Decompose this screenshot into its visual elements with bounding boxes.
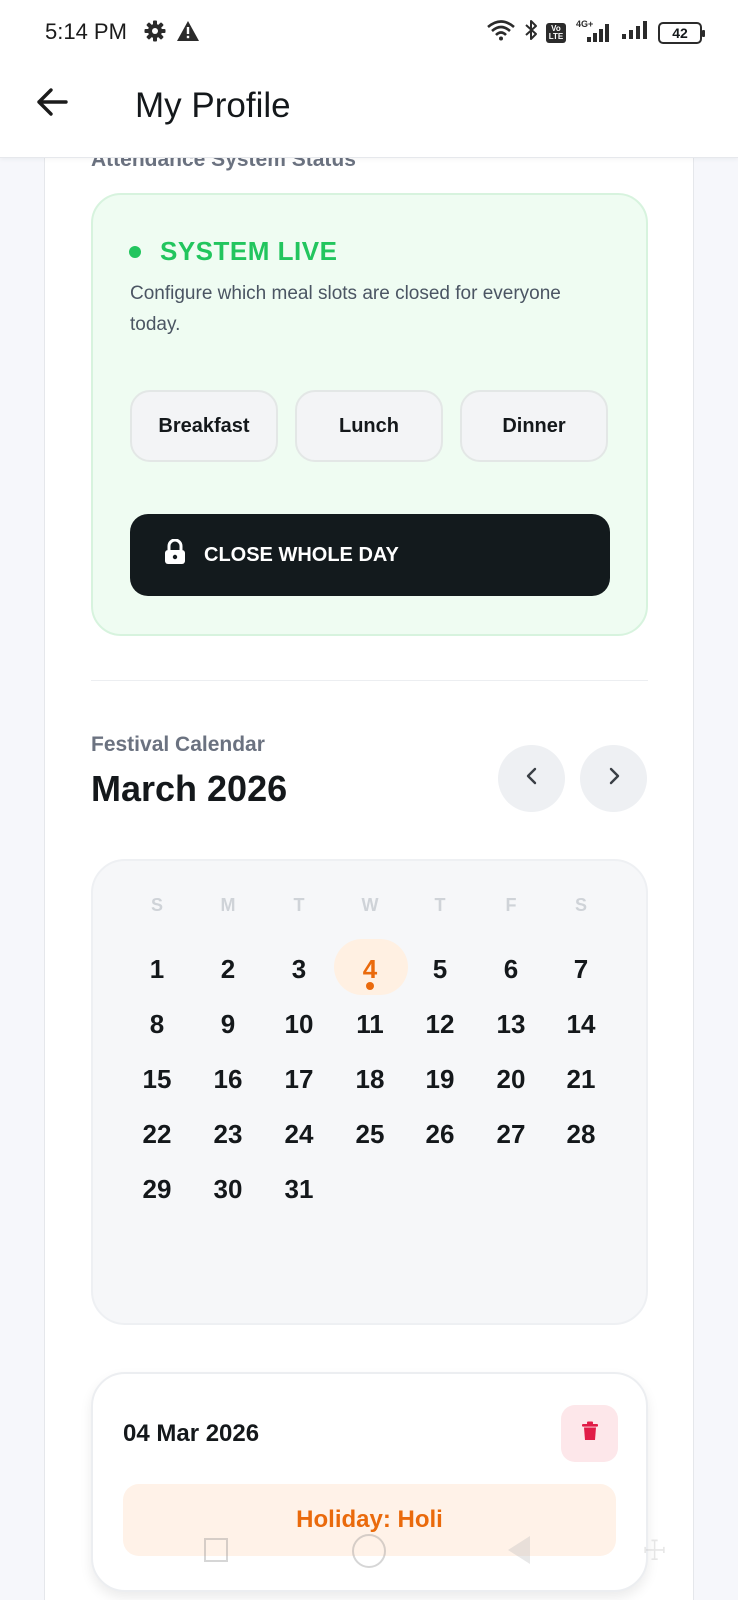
system-navigation-bar: ☩ — [0, 1530, 738, 1582]
weekday-label: S — [150, 895, 163, 915]
calendar-day[interactable]: 7 — [561, 954, 601, 985]
calendar-day[interactable]: 6 — [491, 954, 531, 985]
home-button[interactable] — [352, 1534, 386, 1568]
calendar-day[interactable]: 27 — [491, 1119, 531, 1150]
chevron-right-icon — [606, 767, 622, 790]
volte-icon: Vo LTE — [546, 22, 566, 43]
calendar-day[interactable]: 17 — [279, 1064, 319, 1095]
calendar-day[interactable]: 1 — [137, 954, 177, 985]
system-status-description: Configure which meal slots are closed fo… — [130, 283, 561, 335]
close-whole-day-label: CLOSE WHOLE DAY — [204, 543, 399, 566]
calendar-day[interactable]: 21 — [561, 1064, 601, 1095]
calendar-day[interactable]: 9 — [208, 1009, 248, 1040]
calendar-day[interactable]: 3 — [279, 954, 319, 985]
calendar-day[interactable]: 20 — [491, 1064, 531, 1095]
calendar-day[interactable]: 5 — [420, 954, 460, 985]
live-status-dot — [129, 246, 141, 258]
accessibility-icon: ☩ — [642, 1535, 668, 1566]
holiday-date: 04 Mar 2026 — [123, 1420, 260, 1447]
slot-button-breakfast[interactable]: Breakfast — [130, 390, 278, 462]
lock-icon — [164, 538, 186, 571]
back-button[interactable] — [34, 84, 70, 120]
event-dot — [366, 982, 374, 990]
weekday-label: T — [434, 895, 446, 915]
bluetooth-icon — [524, 19, 538, 46]
app-header: 5:14 PM Vo LTE 4G+ 42 My Profile — [0, 0, 738, 158]
calendar-day[interactable]: 10 — [279, 1009, 319, 1040]
page-title: My Profile — [135, 86, 291, 125]
calendar-day[interactable]: 28 — [561, 1119, 601, 1150]
weekday-label: S — [574, 895, 587, 915]
calendar-day[interactable]: 4 — [350, 954, 390, 985]
calendar-month-title: March 2026 — [91, 768, 288, 809]
calendar-day[interactable]: 8 — [137, 1009, 177, 1040]
calendar-day[interactable]: 18 — [350, 1064, 390, 1095]
warning-icon — [176, 20, 200, 47]
weekday-label: W — [361, 895, 379, 915]
weekday-label: F — [505, 895, 517, 915]
signal-4g-icon: 4G+ — [574, 19, 612, 44]
slot-button-dinner[interactable]: Dinner — [460, 390, 608, 462]
calendar-day[interactable]: 16 — [208, 1064, 248, 1095]
wifi-icon — [486, 19, 516, 46]
next-month-button[interactable] — [580, 745, 647, 812]
status-time: 5:14 PM — [45, 19, 127, 44]
calendar-day[interactable]: 31 — [279, 1174, 319, 1205]
status-left-icons — [144, 20, 200, 47]
nav-back-button[interactable] — [508, 1536, 530, 1564]
battery-icon: 42 — [658, 21, 705, 44]
calendar-day[interactable]: 14 — [561, 1009, 601, 1040]
signal-icon — [620, 19, 650, 46]
chevron-left-icon — [524, 767, 540, 790]
calendar-day[interactable]: 29 — [137, 1174, 177, 1205]
section-divider — [91, 680, 648, 681]
system-status-text: SYSTEM LIVE — [160, 236, 338, 266]
volte-bottom-text: LTE — [548, 31, 564, 41]
recent-apps-button[interactable] — [204, 1538, 228, 1562]
calendar-day[interactable]: 12 — [420, 1009, 460, 1040]
calendar-day[interactable]: 11 — [350, 1009, 390, 1040]
gear-icon — [144, 20, 166, 47]
weekday-label: T — [293, 895, 305, 915]
status-right-icons: Vo LTE 4G+ 42 — [486, 19, 705, 46]
calendar-day[interactable]: 30 — [208, 1174, 248, 1205]
calendar-day[interactable]: 13 — [491, 1009, 531, 1040]
trash-icon — [581, 1421, 599, 1446]
calendar-day[interactable]: 2 — [208, 954, 248, 985]
calendar-day[interactable]: 23 — [208, 1119, 248, 1150]
close-whole-day-button[interactable]: CLOSE WHOLE DAY — [130, 514, 610, 596]
weekday-label: M — [220, 895, 236, 915]
calendar-day[interactable]: 15 — [137, 1064, 177, 1095]
delete-holiday-button[interactable] — [561, 1405, 618, 1462]
calendar-day[interactable]: 24 — [279, 1119, 319, 1150]
previous-month-button[interactable] — [498, 745, 565, 812]
slot-button-lunch[interactable]: Lunch — [295, 390, 443, 462]
calendar-day[interactable]: 25 — [350, 1119, 390, 1150]
calendar-day[interactable]: 26 — [420, 1119, 460, 1150]
arrow-left-icon — [34, 88, 70, 124]
calendar-day[interactable]: 19 — [420, 1064, 460, 1095]
calendar-day[interactable]: 22 — [137, 1119, 177, 1150]
calendar-label: Festival Calendar — [91, 733, 265, 756]
